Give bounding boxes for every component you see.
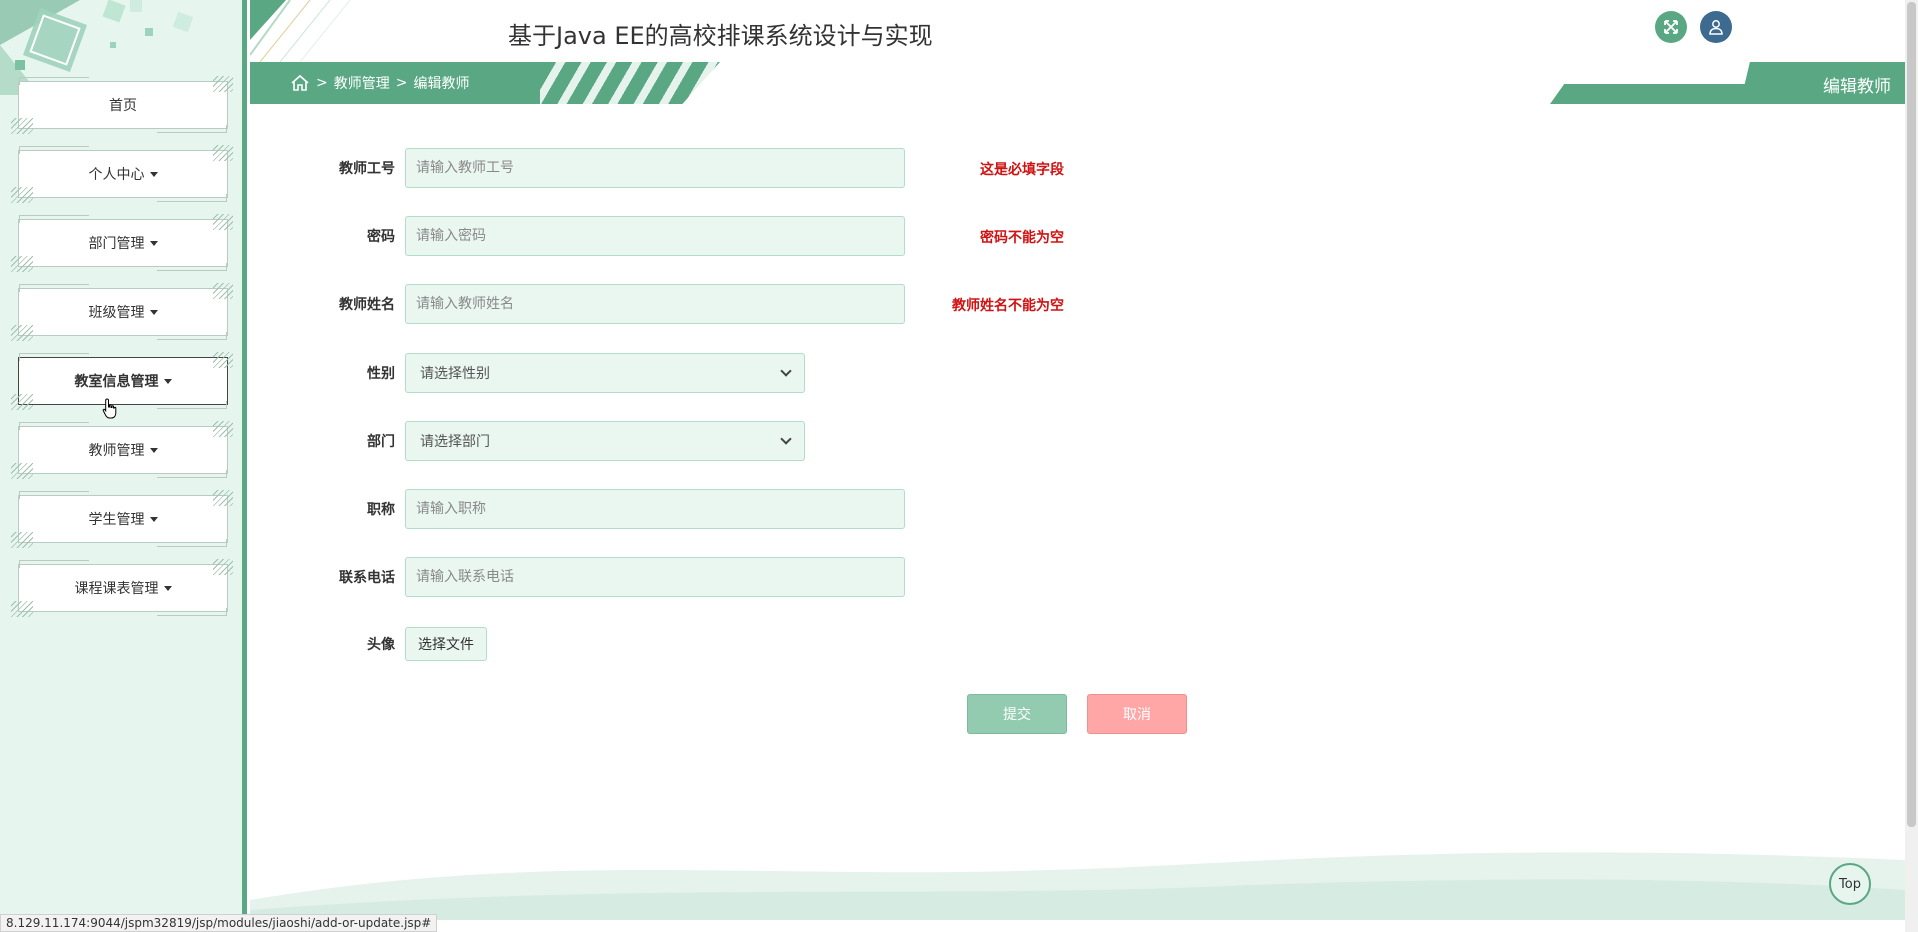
form-row-avatar: 头像 选择文件 [330, 624, 487, 664]
form-row-gender: 性别 请选择性别 [330, 353, 805, 393]
breadcrumb-separator: > [395, 75, 408, 91]
sidebar-item-label: 部门管理 [88, 236, 145, 252]
sidebar-item-label: 课程课表管理 [74, 581, 159, 597]
sidebar-item-personal-center[interactable]: 个人中心 [11, 145, 233, 203]
sidebar-item-label: 教室信息管理 [74, 374, 159, 390]
department-select-value: 请选择部门 [420, 434, 490, 450]
sidebar-item-label: 首页 [109, 98, 137, 114]
user-menu-button[interactable] [1700, 11, 1732, 43]
sidebar-item-label: 个人中心 [88, 167, 145, 183]
gender-select-value: 请选择性别 [420, 366, 490, 382]
vertical-scrollbar[interactable] [1905, 0, 1918, 932]
teacher-id-error: 这是必填字段 [980, 162, 1064, 178]
sidebar: 首页 个人中心 部门管理 班级管理 教室信息管理 教师管理 学生管理 课程课表管… [0, 0, 247, 932]
phone-label: 联系电话 [339, 570, 395, 586]
chevron-down-icon [780, 433, 792, 445]
sidebar-item-home[interactable]: 首页 [11, 76, 233, 134]
bottom-wave-decoration [250, 852, 1905, 920]
sidebar-item-teacher[interactable]: 教师管理 [11, 421, 233, 479]
user-icon [1709, 20, 1723, 35]
caret-down-icon [163, 378, 172, 384]
teacher-id-label: 教师工号 [339, 161, 395, 177]
sidebar-item-classroom[interactable]: 教室信息管理 [11, 352, 233, 410]
form-row-teacher-name: 教师姓名 [330, 284, 905, 324]
header-decoration [250, 0, 351, 62]
header: 基于Java EE的高校排课系统设计与实现 [250, 0, 1905, 62]
caret-down-icon [163, 585, 172, 591]
form-row-title: 职称 [330, 489, 905, 529]
title-label: 职称 [367, 502, 395, 518]
sidebar-item-department[interactable]: 部门管理 [11, 214, 233, 272]
password-label: 密码 [367, 229, 395, 245]
department-label: 部门 [367, 434, 395, 450]
gender-label: 性别 [367, 366, 395, 382]
sidebar-item-student[interactable]: 学生管理 [11, 490, 233, 548]
back-to-top-button[interactable]: Top [1829, 863, 1871, 905]
department-select[interactable]: 请选择部门 [405, 421, 805, 461]
breadcrumb-separator: > [316, 75, 328, 91]
caret-down-icon [149, 447, 158, 453]
app-title: 基于Java EE的高校排课系统设计与实现 [508, 22, 933, 50]
breadcrumb-current: 编辑教师 [413, 76, 470, 92]
teacher-name-error: 教师姓名不能为空 [952, 298, 1064, 314]
page-tag-label: 编辑教师 [1823, 77, 1891, 97]
submit-button[interactable]: 提交 [967, 694, 1067, 734]
gender-select[interactable]: 请选择性别 [405, 353, 805, 393]
sidebar-item-class[interactable]: 班级管理 [11, 283, 233, 341]
sidebar-item-label: 学生管理 [88, 512, 145, 528]
caret-down-icon [149, 309, 158, 315]
teacher-name-input[interactable] [405, 284, 905, 324]
breadcrumb-parent-link[interactable]: 教师管理 [334, 73, 390, 93]
sidebar-item-label: 教师管理 [88, 443, 145, 459]
scrollbar-thumb[interactable] [1907, 2, 1916, 827]
status-bar-url: 8.129.11.174:9044/jspm32819/jsp/modules/… [0, 914, 438, 932]
chevron-down-icon [780, 365, 792, 377]
fullscreen-button[interactable] [1655, 11, 1687, 43]
avatar-label: 头像 [367, 637, 395, 653]
password-error: 密码不能为空 [980, 230, 1064, 246]
form-row-teacher-id: 教师工号 [330, 148, 905, 188]
breadcrumb-stripes [540, 62, 720, 104]
password-input[interactable] [405, 216, 905, 256]
expand-icon [1664, 20, 1678, 34]
cancel-button[interactable]: 取消 [1087, 694, 1187, 734]
title-input[interactable] [405, 489, 905, 529]
teacher-name-label: 教师姓名 [339, 297, 395, 313]
choose-file-button[interactable]: 选择文件 [405, 627, 487, 661]
phone-input[interactable] [405, 557, 905, 597]
hand-cursor-icon [102, 398, 117, 419]
caret-down-icon [149, 171, 158, 177]
caret-down-icon [149, 240, 158, 246]
form-row-department: 部门 请选择部门 [330, 421, 805, 461]
sidebar-item-course[interactable]: 课程课表管理 [11, 559, 233, 617]
teacher-id-input[interactable] [405, 148, 905, 188]
form-row-password: 密码 [330, 216, 905, 256]
caret-down-icon [149, 516, 158, 522]
home-icon[interactable] [290, 74, 310, 92]
breadcrumb-bar: > 教师管理 > 编辑教师 编辑教师 [250, 62, 1905, 104]
breadcrumb: > 教师管理 > 编辑教师 [290, 62, 469, 104]
form-row-phone: 联系电话 [330, 557, 905, 597]
sidebar-item-label: 班级管理 [88, 305, 145, 321]
